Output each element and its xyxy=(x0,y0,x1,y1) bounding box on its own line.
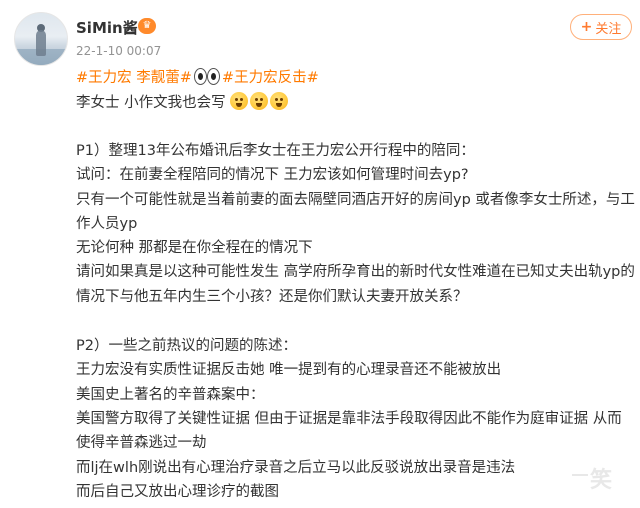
eyes-emoji-icon xyxy=(193,68,220,85)
post-text-line: 请问如果真是以这种可能性发生 高学府所孕育出的新时代女性难道在已知丈夫出轨yp的 xyxy=(76,264,635,280)
post-text-line: 王力宏没有实质性证据反击她 唯一提到有的心理录音还不能被放出 xyxy=(76,362,502,378)
post-text-line: 试问：在前妻全程陪同的情况下 王力宏该如何管理时间去yp? xyxy=(76,167,469,183)
post-text-line: 使得辛普森逃过一劫 xyxy=(76,435,207,451)
intro-text: 李女士 小作文我也会写 xyxy=(76,95,226,111)
hashtag-link[interactable]: #王力宏 李靓蕾# xyxy=(76,70,192,86)
post-text-line: 只有一个可能性就是当着前妻的面去隔壁同酒店开好的房间yp 或者像李女士所述，与工 xyxy=(76,192,635,208)
post-text-line: P1）整理13年公布婚讯后李女士在王力宏公开行程中的陪同： xyxy=(76,143,475,159)
post-timestamp: 22-1-10 00:07 xyxy=(76,44,162,58)
post-text-line: 而后自己又放出心理诊疗的截图 xyxy=(76,484,279,500)
intro-line: 李女士 小作文我也会写 xyxy=(76,92,290,113)
post-text-line: 无论何种 那都是在你全程在的情况下 xyxy=(76,240,313,256)
vip-crown-icon: ♛ xyxy=(138,18,156,34)
post-text-line: 而lj在wlh刚说出有心理治疗录音之后立马以此反驳说放出录音是违法 xyxy=(76,460,516,476)
watermark: 笑 xyxy=(571,462,612,494)
plus-icon: + xyxy=(580,19,593,35)
follow-button[interactable]: + 关注 xyxy=(570,14,632,40)
follow-label: 关注 xyxy=(595,21,622,37)
post-text-line: 美国警方取得了关键性证据 但由于证据是靠非法手段取得因此不能作为庭审证据 从而 xyxy=(76,411,622,427)
avatar[interactable] xyxy=(14,12,68,66)
post-text-line: 作人员yp xyxy=(76,216,138,232)
post-text-line: P2）一些之前热议的问题的陈述： xyxy=(76,338,297,354)
username[interactable]: SiMin酱- xyxy=(76,17,144,38)
post-text-line: 情况下与他五年内生三个小孩？还是你们默认夫妻开放关系？ xyxy=(76,289,468,305)
face-emoji-icon xyxy=(250,92,269,110)
face-emoji-icon xyxy=(230,92,249,110)
hashtag-link[interactable]: #王力宏反击# xyxy=(222,70,319,86)
post-text-line: 美国史上著名的辛普森案中： xyxy=(76,387,265,403)
tags-line: #王力宏 李靓蕾# #王力宏反击# xyxy=(76,68,319,88)
face-emoji-icon xyxy=(270,92,289,110)
